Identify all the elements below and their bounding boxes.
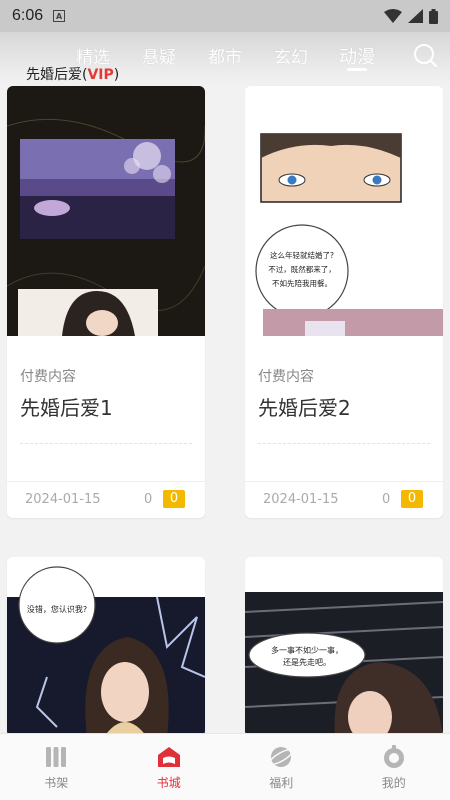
speech-bubble-line-1: 没错， <box>27 604 51 614</box>
active-tab-indicator <box>347 68 367 71</box>
planet-icon <box>269 747 294 767</box>
card-footer: 2024-01-15 0 0 <box>245 481 443 518</box>
status-time: 6:06 <box>12 7 44 24</box>
nav-label-bookshelf: 书架 <box>44 776 69 790</box>
paid-content-label: 付费内容 <box>258 369 314 385</box>
section-title-text: 先婚后爱 <box>26 67 82 83</box>
speech-bubble-line-1: 这么年轻就结婚了? <box>270 250 334 260</box>
tab-xuanyi[interactable]: 悬疑 <box>126 40 192 69</box>
speech-bubble-line-2: 不过，既然都来了， <box>268 264 336 274</box>
book-card-1[interactable]: 付费内容 先婚后爱1 2024-01-15 0 0 <box>7 86 205 518</box>
view-count: 0 <box>382 492 391 507</box>
speech-bubble-line-2: 您认识我? <box>51 604 87 614</box>
vip-paren-close: ) <box>113 67 120 83</box>
wifi-icon <box>384 9 402 23</box>
nav-item-bookshelf[interactable]: 书架 <box>0 734 113 800</box>
search-icon[interactable] <box>412 42 438 68</box>
nav-item-welfare[interactable]: 福利 <box>225 734 338 800</box>
speech-bubble-line-2: 还是先走吧。 <box>283 657 331 667</box>
book-cover-1 <box>7 86 205 336</box>
bottom-nav: 书架 书城 福利 我的 <box>0 733 450 800</box>
book-card-4[interactable]: 多一事不如少一事， 还是先走吧。 <box>245 557 443 737</box>
battery-icon <box>429 8 438 24</box>
book-title: 先婚后爱1 <box>20 396 113 420</box>
publish-date: 2024-01-15 <box>25 492 101 507</box>
status-bar: 6:06 A <box>0 0 450 32</box>
tab-dushi[interactable]: 都市 <box>192 40 258 69</box>
bookstore-icon <box>157 747 180 767</box>
view-count: 0 <box>144 492 153 507</box>
nav-label-profile: 我的 <box>381 776 406 790</box>
book-title: 先婚后爱2 <box>258 396 351 420</box>
paid-content-label: 付费内容 <box>20 369 76 385</box>
publish-date: 2024-01-15 <box>263 492 339 507</box>
tab-xuanhuan[interactable]: 玄幻 <box>258 40 324 69</box>
book-cover-3: 没错，您认识我? <box>7 557 205 737</box>
tab-dongman[interactable]: 动漫 <box>324 40 390 69</box>
app-notification-icon: A <box>53 10 66 22</box>
nav-label-welfare: 福利 <box>269 776 294 790</box>
card-divider <box>20 443 192 444</box>
count-badge: 0 <box>163 490 185 508</box>
nav-label-bookstore: 书城 <box>156 776 181 790</box>
book-card-2[interactable]: 这么年轻就结婚了? 不过，既然都来了， 不如先陪我用餐。 付费内容 先婚后爱2 … <box>245 86 443 518</box>
nav-item-bookstore[interactable]: 书城 <box>113 734 226 800</box>
card-divider <box>258 443 430 444</box>
svg-text:没错，您认识我?: 没错，您认识我? <box>27 604 87 614</box>
card-footer: 2024-01-15 0 0 <box>7 481 205 518</box>
book-cover-2: 这么年轻就结婚了? 不过，既然都来了， 不如先陪我用餐。 <box>245 86 443 336</box>
vip-tag: VIP <box>87 67 114 83</box>
book-cover-4: 多一事不如少一事， 还是先走吧。 <box>245 557 443 737</box>
nav-item-profile[interactable]: 我的 <box>338 734 450 800</box>
count-badge: 0 <box>401 490 423 508</box>
book-card-3[interactable]: 没错，您认识我? <box>7 557 205 737</box>
section-title: 先婚后爱(VIP) <box>26 64 119 84</box>
bookshelf-icon <box>46 747 67 767</box>
speech-bubble-line-1: 多一事不如少一事， <box>271 645 343 655</box>
profile-icon <box>383 745 404 768</box>
speech-bubble-line-3: 不如先陪我用餐。 <box>272 278 332 288</box>
signal-icon <box>408 9 423 23</box>
